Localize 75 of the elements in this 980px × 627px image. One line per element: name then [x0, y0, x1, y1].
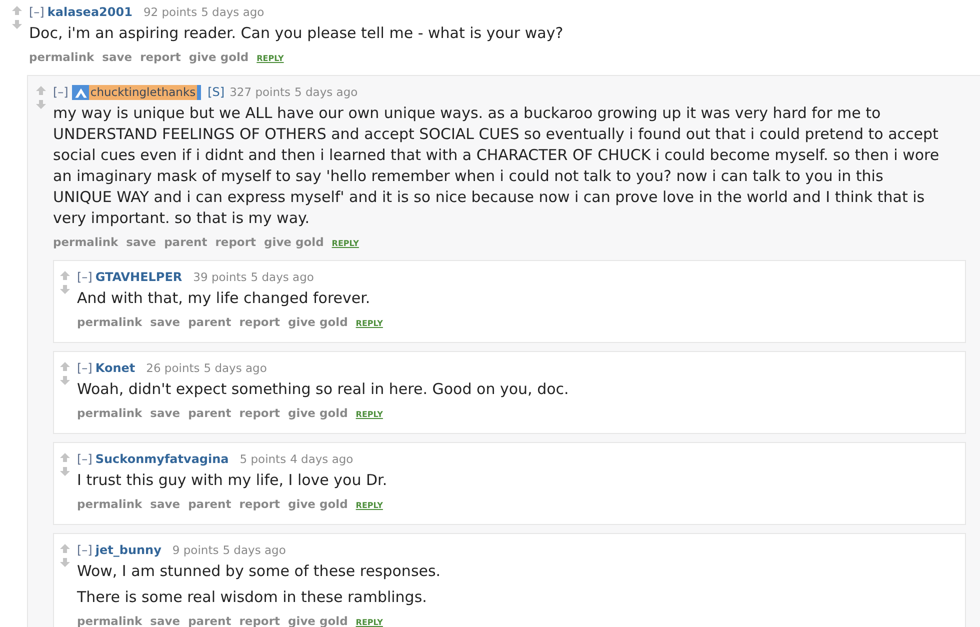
- action-link[interactable]: save: [150, 496, 180, 512]
- timestamp-text: 5 days ago: [201, 5, 264, 19]
- action-link[interactable]: save: [150, 613, 180, 627]
- upvote-arrow-icon[interactable]: [60, 453, 70, 462]
- downvote-arrow-icon[interactable]: [60, 467, 70, 476]
- action-link[interactable]: give gold: [288, 496, 348, 512]
- comment-text: Doc, i'm an aspiring reader. Can you please tell me - what is your way?: [29, 23, 564, 44]
- score-text: 327 points: [230, 85, 291, 99]
- upvote-arrow-icon[interactable]: [12, 6, 22, 15]
- upvote-arrow-icon[interactable]: [36, 86, 46, 95]
- score-text: 39 points: [193, 270, 247, 284]
- comment-text: I trust this guy with my life, I love you Dr.: [77, 470, 388, 491]
- reply-link[interactable]: REPLY: [256, 51, 284, 67]
- action-link[interactable]: give gold: [188, 49, 249, 65]
- action-link[interactable]: permalink: [77, 496, 142, 512]
- reply-link[interactable]: REPLY: [356, 615, 383, 627]
- comment-text: There is some real wisdom in these ramblings.: [77, 587, 428, 608]
- action-link[interactable]: report: [140, 49, 181, 65]
- action-link[interactable]: give gold: [288, 405, 348, 421]
- action-link[interactable]: save: [150, 405, 180, 421]
- action-link[interactable]: give gold: [264, 234, 324, 250]
- submitter-tag[interactable]: [S]: [208, 85, 225, 99]
- action-link[interactable]: parent: [188, 314, 232, 330]
- upvote-arrow-icon[interactable]: [60, 362, 70, 371]
- author-link[interactable]: Suckonmyfatvagina: [95, 452, 229, 466]
- downvote-arrow-icon[interactable]: [12, 20, 22, 29]
- collapse-toggle[interactable]: [–]: [29, 5, 44, 19]
- action-link[interactable]: parent: [188, 496, 232, 512]
- action-link[interactable]: report: [239, 314, 280, 330]
- author-link[interactable]: GTAVHELPER: [95, 270, 182, 284]
- action-link[interactable]: report: [215, 234, 256, 250]
- author-link[interactable]: jet_bunny: [95, 543, 162, 557]
- downvote-arrow-icon[interactable]: [60, 285, 70, 294]
- action-link[interactable]: permalink: [53, 234, 118, 250]
- action-link[interactable]: save: [126, 234, 156, 250]
- comment-text: Wow, I am stunned by some of these responses.: [77, 561, 442, 582]
- downvote-arrow-icon[interactable]: [60, 558, 70, 567]
- comment-text: And with that, my life changed forever.: [77, 288, 372, 309]
- collapse-toggle[interactable]: [–]: [77, 361, 92, 375]
- downvote-arrow-icon[interactable]: [36, 100, 46, 109]
- comment-text: Woah, didn't expect something so real in here. Good on you, doc.: [77, 379, 570, 400]
- score-text: 5 points: [240, 452, 286, 466]
- score-text: 92 points: [143, 5, 198, 19]
- action-link[interactable]: save: [150, 314, 180, 330]
- score-text: 9 points: [172, 543, 219, 557]
- action-link[interactable]: permalink: [29, 49, 94, 65]
- score-text: 26 points: [146, 361, 200, 375]
- action-link[interactable]: save: [102, 49, 132, 65]
- action-link[interactable]: give gold: [288, 314, 348, 330]
- action-link[interactable]: permalink: [77, 314, 142, 330]
- timestamp-text: 5 days ago: [250, 270, 314, 284]
- downvote-arrow-icon[interactable]: [60, 376, 70, 385]
- timestamp-text: 5 days ago: [204, 361, 267, 375]
- action-link[interactable]: parent: [188, 405, 232, 421]
- upvote-arrow-icon[interactable]: [60, 271, 70, 280]
- author-link[interactable]: kalasea2001: [47, 5, 132, 19]
- timestamp-text: 5 days ago: [294, 85, 358, 99]
- action-link[interactable]: report: [239, 496, 280, 512]
- reply-link[interactable]: REPLY: [356, 407, 383, 423]
- collapse-toggle[interactable]: [–]: [53, 85, 68, 99]
- timestamp-text: 5 days ago: [222, 543, 286, 557]
- action-link[interactable]: parent: [164, 234, 208, 250]
- collapse-toggle[interactable]: [–]: [77, 543, 92, 557]
- comment-text: my way is unique but we ALL have our own unique ways. as a buckaroo growing up it was very hard for me to UNDERSTAND FEELINGS OF OTHERS and accept SOCIAL CUES so eventually i found out that i could pretend to accept social cues even if i didnt and then i learned that with a CHARACTER OF CHUCK i could become myself. so then i wore an imaginary mask of myself to say 'hello remember when i could not talk to you? now i can talk to you in this UNIQUE WAY and i can express myself' and it is so nice because now i can prove love in the world and I think that is very important. so that is my way.: [53, 103, 940, 229]
- collapse-toggle[interactable]: [–]: [77, 452, 92, 466]
- action-link[interactable]: report: [239, 405, 280, 421]
- timestamp-text: 4 days ago: [290, 452, 354, 466]
- reply-link[interactable]: REPLY: [356, 498, 383, 514]
- action-link[interactable]: permalink: [77, 405, 142, 421]
- reply-link[interactable]: REPLY: [332, 236, 359, 252]
- reply-link[interactable]: REPLY: [356, 316, 383, 332]
- author-link[interactable]: chucktinglethanks: [72, 84, 201, 100]
- collapse-toggle[interactable]: [–]: [77, 270, 92, 284]
- upvote-arrow-icon[interactable]: [60, 544, 70, 553]
- author-link[interactable]: Konet: [95, 361, 136, 375]
